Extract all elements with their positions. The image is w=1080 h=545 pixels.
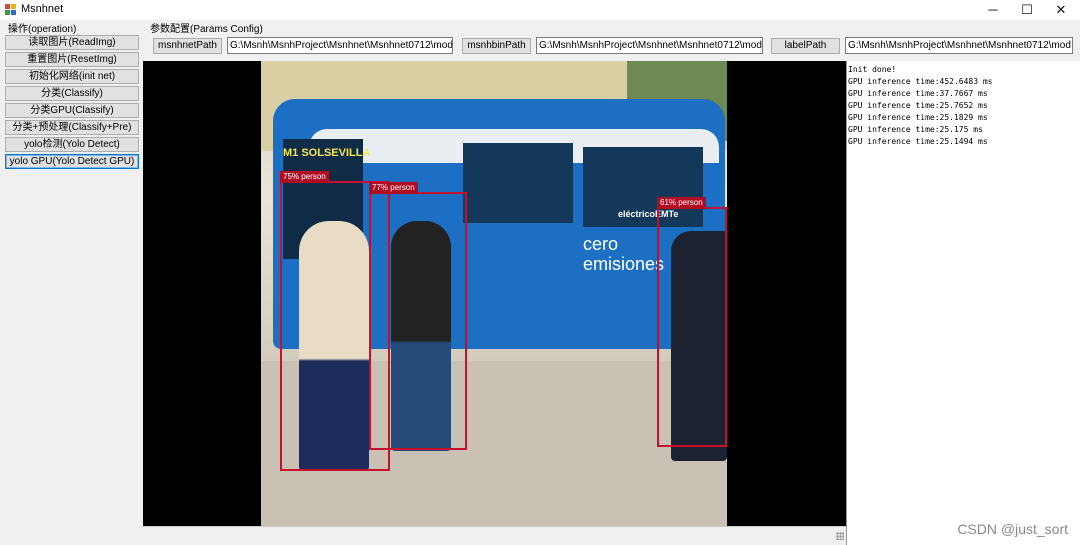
status-bar <box>143 526 846 542</box>
reset-image-button[interactable]: 重置图片(ResetImg) <box>5 52 139 67</box>
label-path-button[interactable]: labelPath <box>771 38 840 54</box>
params-group-label: 参数配置(Params Config) <box>150 24 263 35</box>
msnhbin-path-button[interactable]: msnhbinPath <box>462 38 531 54</box>
read-image-button[interactable]: 读取图片(ReadImg) <box>5 35 139 50</box>
log-line: GPU inference time:25.7652 ms <box>848 101 988 110</box>
yolo-detect-gpu-button[interactable]: yolo GPU(Yolo Detect GPU) <box>5 154 139 169</box>
msnhbin-path-input[interactable]: G:\Msnh\MsnhProject\Msnhnet\Msnhnet0712\… <box>536 37 763 54</box>
log-line: GPU inference time:25.1829 ms <box>848 113 988 122</box>
log-line: Init done! <box>848 65 897 74</box>
detection-label: 75% person <box>280 171 329 183</box>
window-title: Msnhnet <box>21 3 64 15</box>
detection-label: 77% person <box>369 182 418 194</box>
log-line: GPU inference time:37.7667 ms <box>848 89 988 98</box>
minimize-button[interactable]: ─ <box>976 0 1010 20</box>
detection-box: 61% person <box>657 197 727 447</box>
classify-preprocess-button[interactable]: 分类+预处理(Classify+Pre) <box>5 120 139 135</box>
log-line: GPU inference time:452.6483 ms <box>848 77 993 86</box>
bus-window <box>463 143 573 223</box>
operation-group-label: 操作(operation) <box>8 24 77 35</box>
label-path-input[interactable]: G:\Msnh\MsnhProject\Msnhnet\Msnhnet0712\… <box>845 37 1073 54</box>
detection-label: 61% person <box>657 197 706 209</box>
yolo-detect-button[interactable]: yolo检测(Yolo Detect) <box>5 137 139 152</box>
log-line: GPU inference time:25.1494 ms <box>848 137 988 146</box>
image-viewer: M1 SOLSEVILLA cero emisiones eléctricoEM… <box>143 61 846 526</box>
msnhnet-path-button[interactable]: msnhnetPath <box>153 38 222 54</box>
classify-button[interactable]: 分类(Classify) <box>5 86 139 101</box>
bus-text-cero: cero <box>583 234 619 254</box>
close-button[interactable]: ✕ <box>1044 0 1078 20</box>
classify-gpu-button[interactable]: 分类GPU(Classify) <box>5 103 139 118</box>
maximize-button[interactable]: ☐ <box>1010 0 1044 20</box>
log-line: GPU inference time:25.175 ms <box>848 125 983 134</box>
log-panel[interactable]: Init done! GPU inference time:452.6483 m… <box>846 61 1080 545</box>
detection-image: M1 SOLSEVILLA cero emisiones eléctricoEM… <box>261 61 727 526</box>
operation-panel: 操作(operation) 读取图片(ReadImg) 重置图片(ResetIm… <box>0 20 142 545</box>
bus-text-emisiones: emisiones <box>583 254 665 274</box>
init-net-button[interactable]: 初始化网络(init net) <box>5 69 139 84</box>
title-bar: Msnhnet ─ ☐ ✕ <box>0 0 1080 20</box>
resize-grip-icon[interactable] <box>836 532 844 540</box>
msnhnet-path-input[interactable]: G:\Msnh\MsnhProject\Msnhnet\Msnhnet0712\… <box>227 37 453 54</box>
app-icon <box>5 4 17 16</box>
log-list: Init done! GPU inference time:452.6483 m… <box>847 61 1080 148</box>
watermark: CSDN @just_sort <box>957 521 1068 537</box>
bus-route-sign: M1 SOLSEVILLA <box>283 147 371 159</box>
detection-box: 77% person <box>369 182 467 450</box>
